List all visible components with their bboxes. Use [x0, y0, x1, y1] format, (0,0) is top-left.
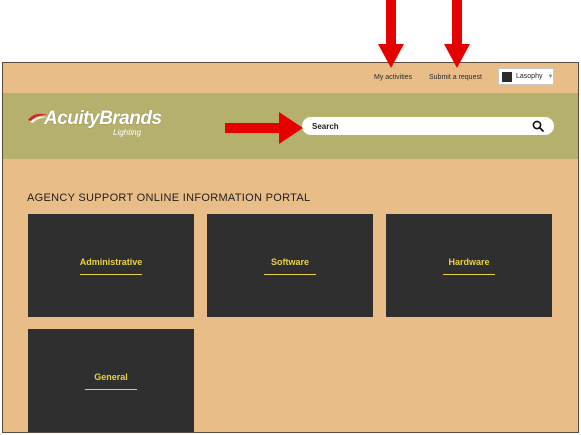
annotation-arrow-down-icon: [444, 0, 470, 68]
category-label: Software: [264, 257, 316, 275]
category-tile-administrative[interactable]: Administrative: [28, 214, 194, 317]
chevron-down-icon: ▼: [547, 73, 554, 80]
category-tile-software[interactable]: Software: [207, 214, 373, 317]
logo-brand-text: AcuityBrands: [44, 108, 162, 129]
my-activities-link[interactable]: My activities: [374, 74, 412, 81]
category-tile-general[interactable]: General: [28, 329, 194, 432]
submit-request-link[interactable]: Submit a request: [429, 74, 482, 81]
category-label: Administrative: [79, 257, 143, 275]
logo[interactable]: AcuityBrands Lighting: [27, 108, 162, 142]
category-tile-hardware[interactable]: Hardware: [386, 214, 552, 317]
search-input[interactable]: Search: [302, 117, 554, 135]
page-title: AGENCY SUPPORT ONLINE INFORMATION PORTAL: [27, 192, 311, 204]
portal-window: My activities Submit a request Lasophy ▼…: [2, 62, 579, 433]
search-icon[interactable]: [532, 120, 544, 132]
logo-sub-text: Lighting: [113, 128, 142, 137]
user-name: Lasophy: [516, 73, 543, 80]
category-label: General: [85, 372, 137, 390]
avatar: [502, 71, 512, 82]
annotation-arrow-down-icon: [378, 0, 404, 68]
header-bar: AcuityBrands Lighting Search: [3, 93, 578, 159]
search-label: Search: [312, 121, 339, 131]
user-menu-button[interactable]: Lasophy ▼: [498, 68, 554, 85]
category-label: Hardware: [443, 257, 495, 275]
